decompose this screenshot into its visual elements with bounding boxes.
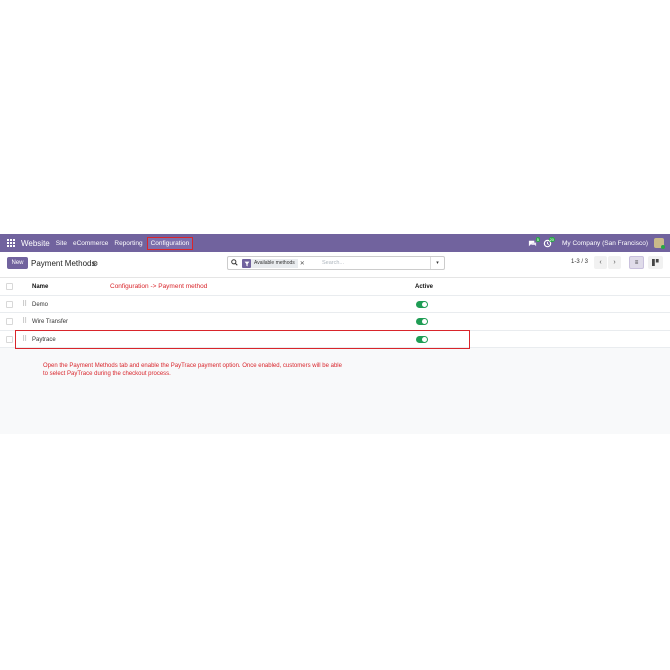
drag-handle-icon[interactable]: ⠿ bbox=[22, 317, 27, 325]
search-options-toggle[interactable]: ▾ bbox=[430, 257, 444, 269]
search-input[interactable]: Search... bbox=[322, 260, 344, 266]
top-navbar: Website Site eCommerce Reporting Configu… bbox=[0, 234, 670, 252]
table-row[interactable]: ⠿ Demo bbox=[0, 296, 670, 313]
company-switcher[interactable]: My Company (San Francisco) bbox=[562, 240, 648, 247]
control-panel: New Payment Methods ⚙ Available methods … bbox=[0, 252, 670, 278]
search-bar[interactable]: Available methods ✕ Search... ▾ bbox=[227, 256, 445, 270]
kanban-view-icon[interactable] bbox=[648, 256, 663, 269]
column-header-name[interactable]: Name bbox=[32, 284, 48, 290]
app-window: Website Site eCommerce Reporting Configu… bbox=[0, 234, 670, 434]
active-toggle[interactable] bbox=[416, 300, 428, 308]
annotation-note-line-2: to select PayTrace during the checkout p… bbox=[43, 370, 171, 377]
chat-badge: 5 bbox=[535, 236, 541, 242]
activity-icon[interactable]: 20 bbox=[543, 236, 556, 248]
chat-icon[interactable]: 5 bbox=[528, 236, 541, 248]
annotation-path: Configuration -> Payment method bbox=[110, 283, 208, 290]
menu-reporting[interactable]: Reporting bbox=[114, 240, 142, 247]
table-header: Name Configuration -> Payment method Act… bbox=[0, 278, 670, 296]
highlight-paytrace-row bbox=[15, 330, 470, 349]
pager-value[interactable]: 1-3 / 3 bbox=[571, 259, 588, 265]
annotation-note: Open the Payment Methods tab and enable … bbox=[43, 363, 413, 378]
menu-configuration[interactable]: Configuration bbox=[146, 236, 194, 250]
table-row[interactable]: ⠿ Wire Transfer bbox=[0, 313, 670, 331]
pager-previous-button[interactable]: ‹ bbox=[594, 256, 607, 269]
menu-ecommerce[interactable]: eCommerce bbox=[73, 240, 108, 247]
column-header-active[interactable]: Active bbox=[415, 284, 433, 290]
filter-icon bbox=[242, 259, 251, 268]
search-icon[interactable] bbox=[231, 259, 238, 268]
row-name: Wire Transfer bbox=[32, 319, 69, 325]
facet-label: Available methods bbox=[251, 259, 298, 268]
select-all-checkbox[interactable] bbox=[6, 283, 13, 290]
row-checkbox[interactable] bbox=[6, 335, 13, 343]
list-view-icon[interactable]: ≡ bbox=[629, 256, 644, 269]
facet-remove-icon[interactable]: ✕ bbox=[300, 260, 305, 267]
user-avatar[interactable] bbox=[654, 238, 665, 249]
page-title: Payment Methods bbox=[31, 259, 96, 268]
activity-badge: 20 bbox=[548, 236, 556, 242]
annotation-note-line-1: Open the Payment Methods tab and enable … bbox=[43, 363, 342, 369]
row-checkbox[interactable] bbox=[6, 300, 13, 308]
new-button[interactable]: New bbox=[7, 257, 28, 269]
row-name: Demo bbox=[32, 301, 49, 308]
active-toggle[interactable] bbox=[416, 318, 428, 325]
navbar-systray: 5 20 My Company (San Francisco) bbox=[522, 234, 665, 252]
search-facet: Available methods ✕ bbox=[242, 259, 305, 268]
app-brand[interactable]: Website bbox=[21, 239, 50, 248]
apps-menu-icon[interactable] bbox=[7, 238, 16, 248]
menu-site[interactable]: Site bbox=[56, 240, 67, 247]
pager-next-button[interactable]: › bbox=[608, 256, 621, 269]
gear-icon[interactable]: ⚙ bbox=[92, 260, 98, 268]
row-checkbox[interactable] bbox=[6, 318, 13, 325]
drag-handle-icon[interactable]: ⠿ bbox=[22, 300, 27, 308]
